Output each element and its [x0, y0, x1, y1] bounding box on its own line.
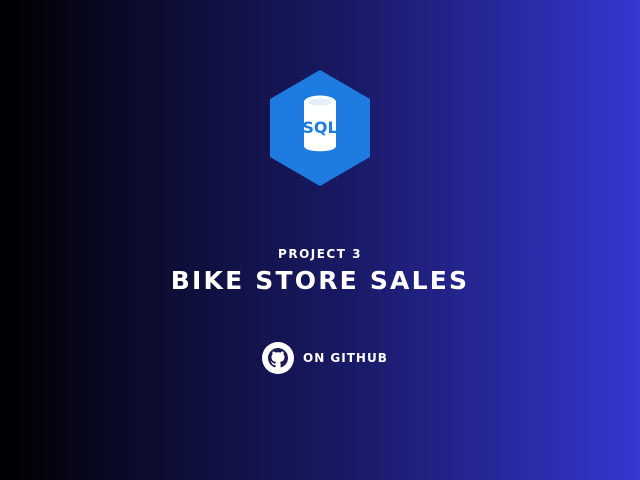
sql-label: SQL: [302, 118, 337, 137]
github-link[interactable]: ON GITHUB: [261, 341, 388, 375]
project-number: PROJECT 3: [278, 247, 362, 261]
github-label: ON GITHUB: [303, 351, 388, 365]
github-icon: [261, 341, 295, 375]
sql-logo: SQL: [266, 68, 374, 188]
project-title: BIKE STORE SALES: [170, 266, 470, 295]
